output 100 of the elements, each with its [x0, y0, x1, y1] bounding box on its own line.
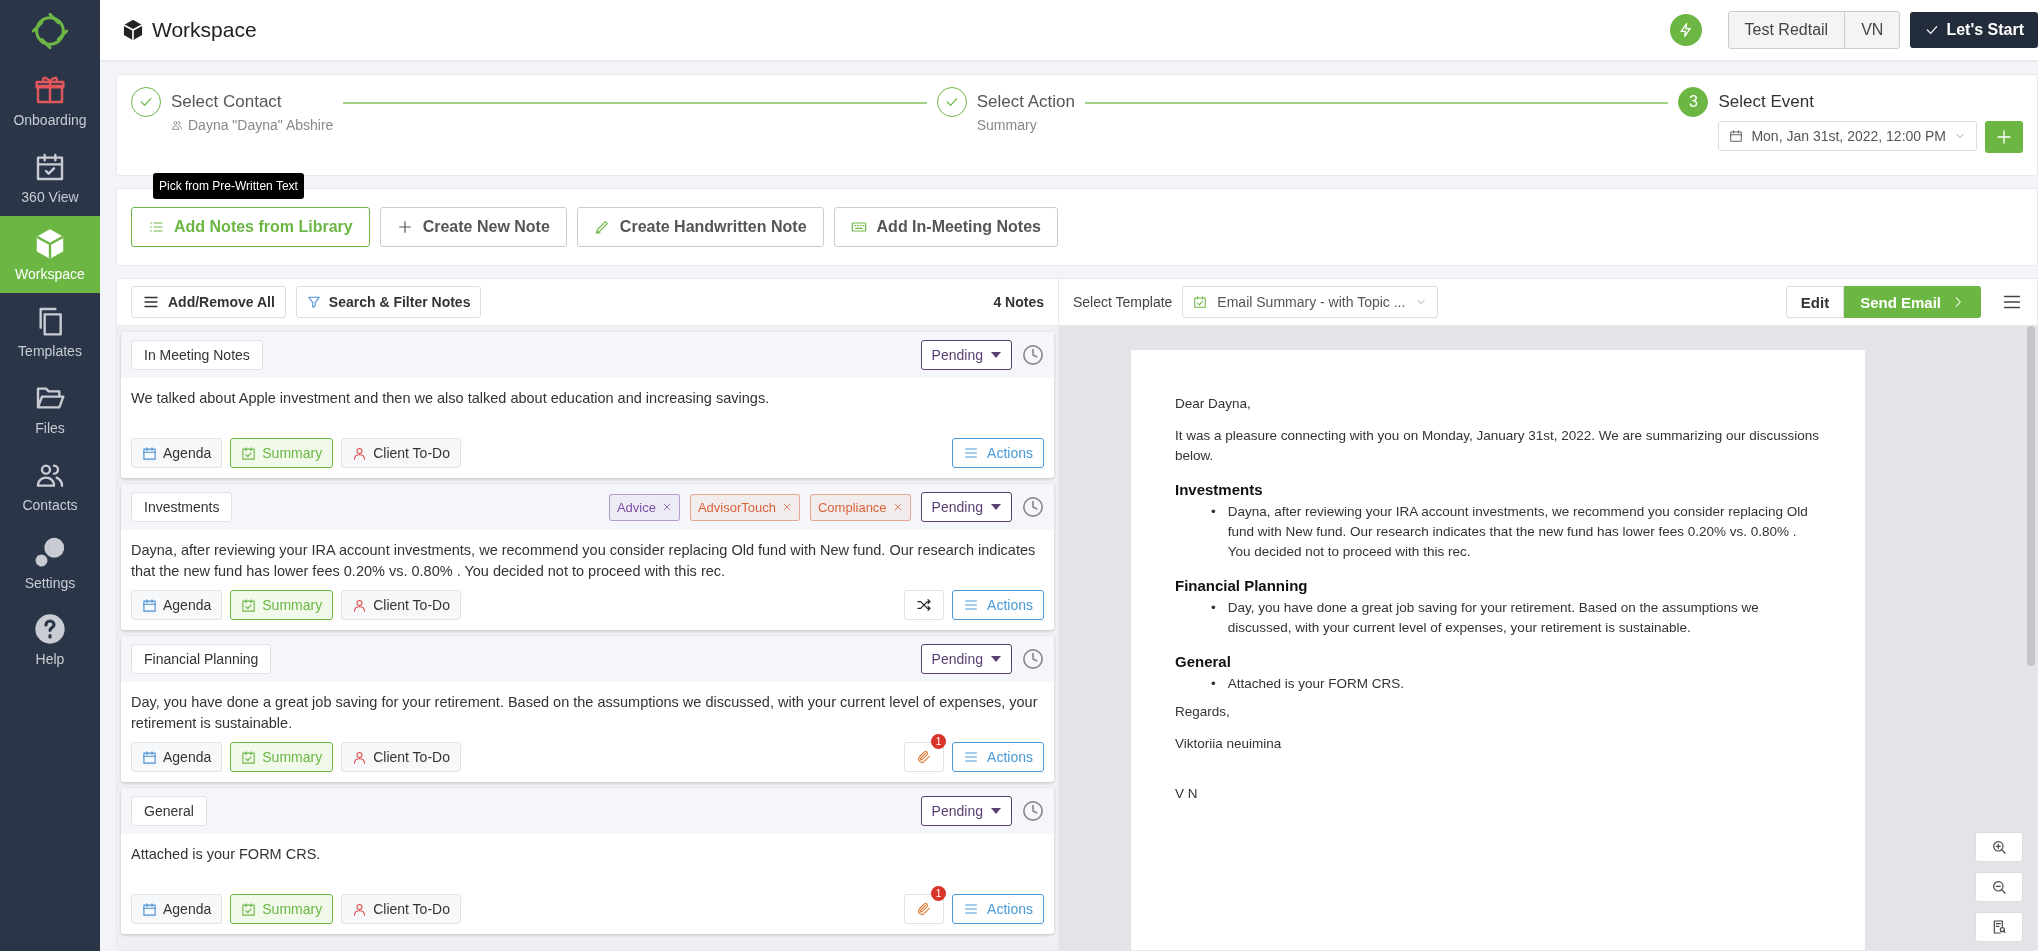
email-heading: Financial Planning: [1175, 576, 1309, 596]
menu-icon: [963, 597, 980, 613]
email-closing: Regards,: [1175, 703, 1231, 721]
edit-button[interactable]: Edit: [1785, 286, 1845, 318]
note-text: We talked about Apple investment and then we also talked about education and increasing savings.: [130, 389, 771, 408]
list-icon: [148, 219, 164, 235]
start-button[interactable]: Let's Start: [1910, 12, 2038, 48]
add-remove-all-button[interactable]: Add/Remove All: [131, 286, 286, 318]
toolbar-button[interactable]: Create New Note: [379, 207, 567, 247]
paperclip-icon: [916, 749, 933, 765]
category-chip[interactable]: Client To-Do: [341, 590, 461, 620]
caret-icon: [991, 807, 1001, 815]
scrollbar[interactable]: [2027, 326, 2035, 666]
notes-count: 4 Notes: [993, 294, 1044, 310]
category-chip[interactable]: Client To-Do: [341, 742, 461, 772]
calendar-icon: [142, 445, 157, 461]
page-title: Workspace: [152, 18, 257, 42]
template-label: Select Template: [1073, 294, 1173, 310]
menu-icon: [963, 749, 980, 765]
help-icon: [34, 612, 66, 645]
calendar-icon: [142, 597, 157, 613]
count-badge: 1: [931, 886, 947, 901]
plus-icon: [396, 219, 413, 235]
email-initials: V N: [1175, 785, 1199, 803]
category-chip[interactable]: Client To-Do: [341, 438, 461, 468]
menu-icon: [963, 445, 980, 461]
check-calendar-icon: [241, 445, 257, 461]
clock-icon: [1022, 496, 1044, 518]
note-title: General: [131, 796, 207, 826]
person-icon: [352, 749, 368, 765]
tooltip: Pick from Pre-Written Text: [153, 173, 304, 199]
event-select[interactable]: Mon, Jan 31st, 2022, 12:00 PM: [1718, 121, 1977, 151]
bullet-marker: •: [1211, 599, 1216, 617]
toolbar-button[interactable]: Add In-Meeting Notes: [833, 207, 1058, 247]
status-dropdown[interactable]: Pending: [920, 340, 1012, 370]
sidebar-item[interactable]: Settings: [0, 524, 100, 601]
caret-icon: [991, 351, 1001, 359]
calendar-icon: [1729, 129, 1744, 143]
keyboard-icon: [850, 219, 867, 235]
lightning-icon[interactable]: [1669, 14, 1702, 46]
email-heading: General: [1175, 652, 1232, 672]
person-icon: [352, 445, 368, 461]
preview-button[interactable]: [1975, 912, 2023, 942]
status-dropdown[interactable]: Pending: [920, 796, 1012, 826]
email-greeting: Dear Dayna,: [1175, 395, 1252, 413]
template-select[interactable]: Email Summary - with Topic ...: [1182, 286, 1439, 318]
step-number: 3: [1678, 87, 1709, 117]
user-initials[interactable]: VN: [1844, 12, 1900, 48]
status-dropdown[interactable]: Pending: [920, 644, 1012, 674]
check-calendar-icon: [241, 597, 257, 613]
account-name[interactable]: Test Redtail: [1728, 12, 1845, 48]
step-label: Select Action: [976, 91, 1076, 113]
sidebar-item[interactable]: Help: [0, 601, 100, 678]
filter-button[interactable]: Search & Filter Notes: [295, 286, 482, 318]
email-signature: Viktoriia neuimina: [1175, 735, 1283, 753]
cube-icon: [34, 227, 66, 260]
close-icon: [661, 502, 672, 512]
note-text: Day, you have done a great job saving for your retirement. Based on the assumptions we discussed, with your current level of expenses, your retirement is sustainable.: [130, 693, 1039, 733]
toolbar-button[interactable]: Create Handwritten Note: [576, 207, 824, 247]
note-text: Dayna, after reviewing your IRA account investments, we recommend you consider replacing Old fund with New fund. Our research indicates that the new fund has lower fees 0.20% vs. 0.80% . You decided not to proceed with this rec.: [130, 541, 1037, 581]
category-chip[interactable]: Client To-Do: [341, 894, 461, 924]
zoom-out-button[interactable]: [1975, 872, 2023, 902]
email-bullet: Dayna, after reviewing your IRA account investments, we recommend you consider replacing Old fund with New fund. Our research indicates that the new fund has lower fees 0.20% vs. 0.80% . You decided not to proceed with this rec.: [1227, 503, 1809, 561]
bullet-marker: •: [1211, 503, 1216, 521]
bullet-marker: •: [1211, 675, 1216, 693]
caret-icon: [991, 655, 1001, 663]
person-icon: [352, 901, 368, 917]
email-bullet: Attached is your FORM CRS.: [1227, 675, 1405, 693]
filter-icon: [306, 295, 321, 309]
sidebar-item[interactable]: Files: [0, 370, 100, 447]
shuffle-button[interactable]: [904, 590, 945, 620]
status-dropdown[interactable]: Pending: [920, 492, 1012, 522]
sidebar-item[interactable]: 360 View: [0, 139, 100, 216]
category-chip[interactable]: Agenda: [131, 438, 223, 468]
category-chip[interactable]: Agenda: [131, 742, 223, 772]
step-label: Select Event: [1718, 91, 1815, 113]
zoom-in-icon: [1991, 839, 2007, 855]
step-subtitle: Dayna "Dayna" Abshire: [188, 117, 334, 133]
check-calendar-icon: [241, 901, 257, 917]
tag[interactable]: Advice: [608, 493, 680, 521]
pen-icon: [593, 219, 610, 235]
plus-icon: [1995, 128, 2013, 146]
note-title: Investments: [131, 492, 233, 522]
check-calendar-icon: [1193, 295, 1208, 309]
shuffle-icon: [916, 597, 933, 613]
close-icon: [892, 502, 903, 512]
clock-icon: [1022, 800, 1044, 822]
note-title: In Meeting Notes: [131, 340, 263, 370]
step-label: Select Contact: [171, 91, 283, 113]
note-title: Financial Planning: [131, 644, 272, 674]
sidebar-item[interactable]: Templates: [0, 293, 100, 370]
email-heading: Investments: [1175, 480, 1264, 500]
category-chip[interactable]: Agenda: [131, 894, 223, 924]
zoom-in-button[interactable]: [1975, 832, 2023, 862]
sidebar-item[interactable]: Contacts: [0, 447, 100, 524]
email-bullet: Day, you have done a great job saving for your retirement. Based on the assumptions we discussed, with your current level of expenses, your retirement is sustainable.: [1227, 599, 1760, 637]
category-chip[interactable]: Agenda: [131, 590, 223, 620]
paperclip-icon: [916, 901, 933, 917]
logo-icon: [30, 11, 70, 51]
sidebar-item[interactable]: Onboarding: [0, 62, 100, 139]
